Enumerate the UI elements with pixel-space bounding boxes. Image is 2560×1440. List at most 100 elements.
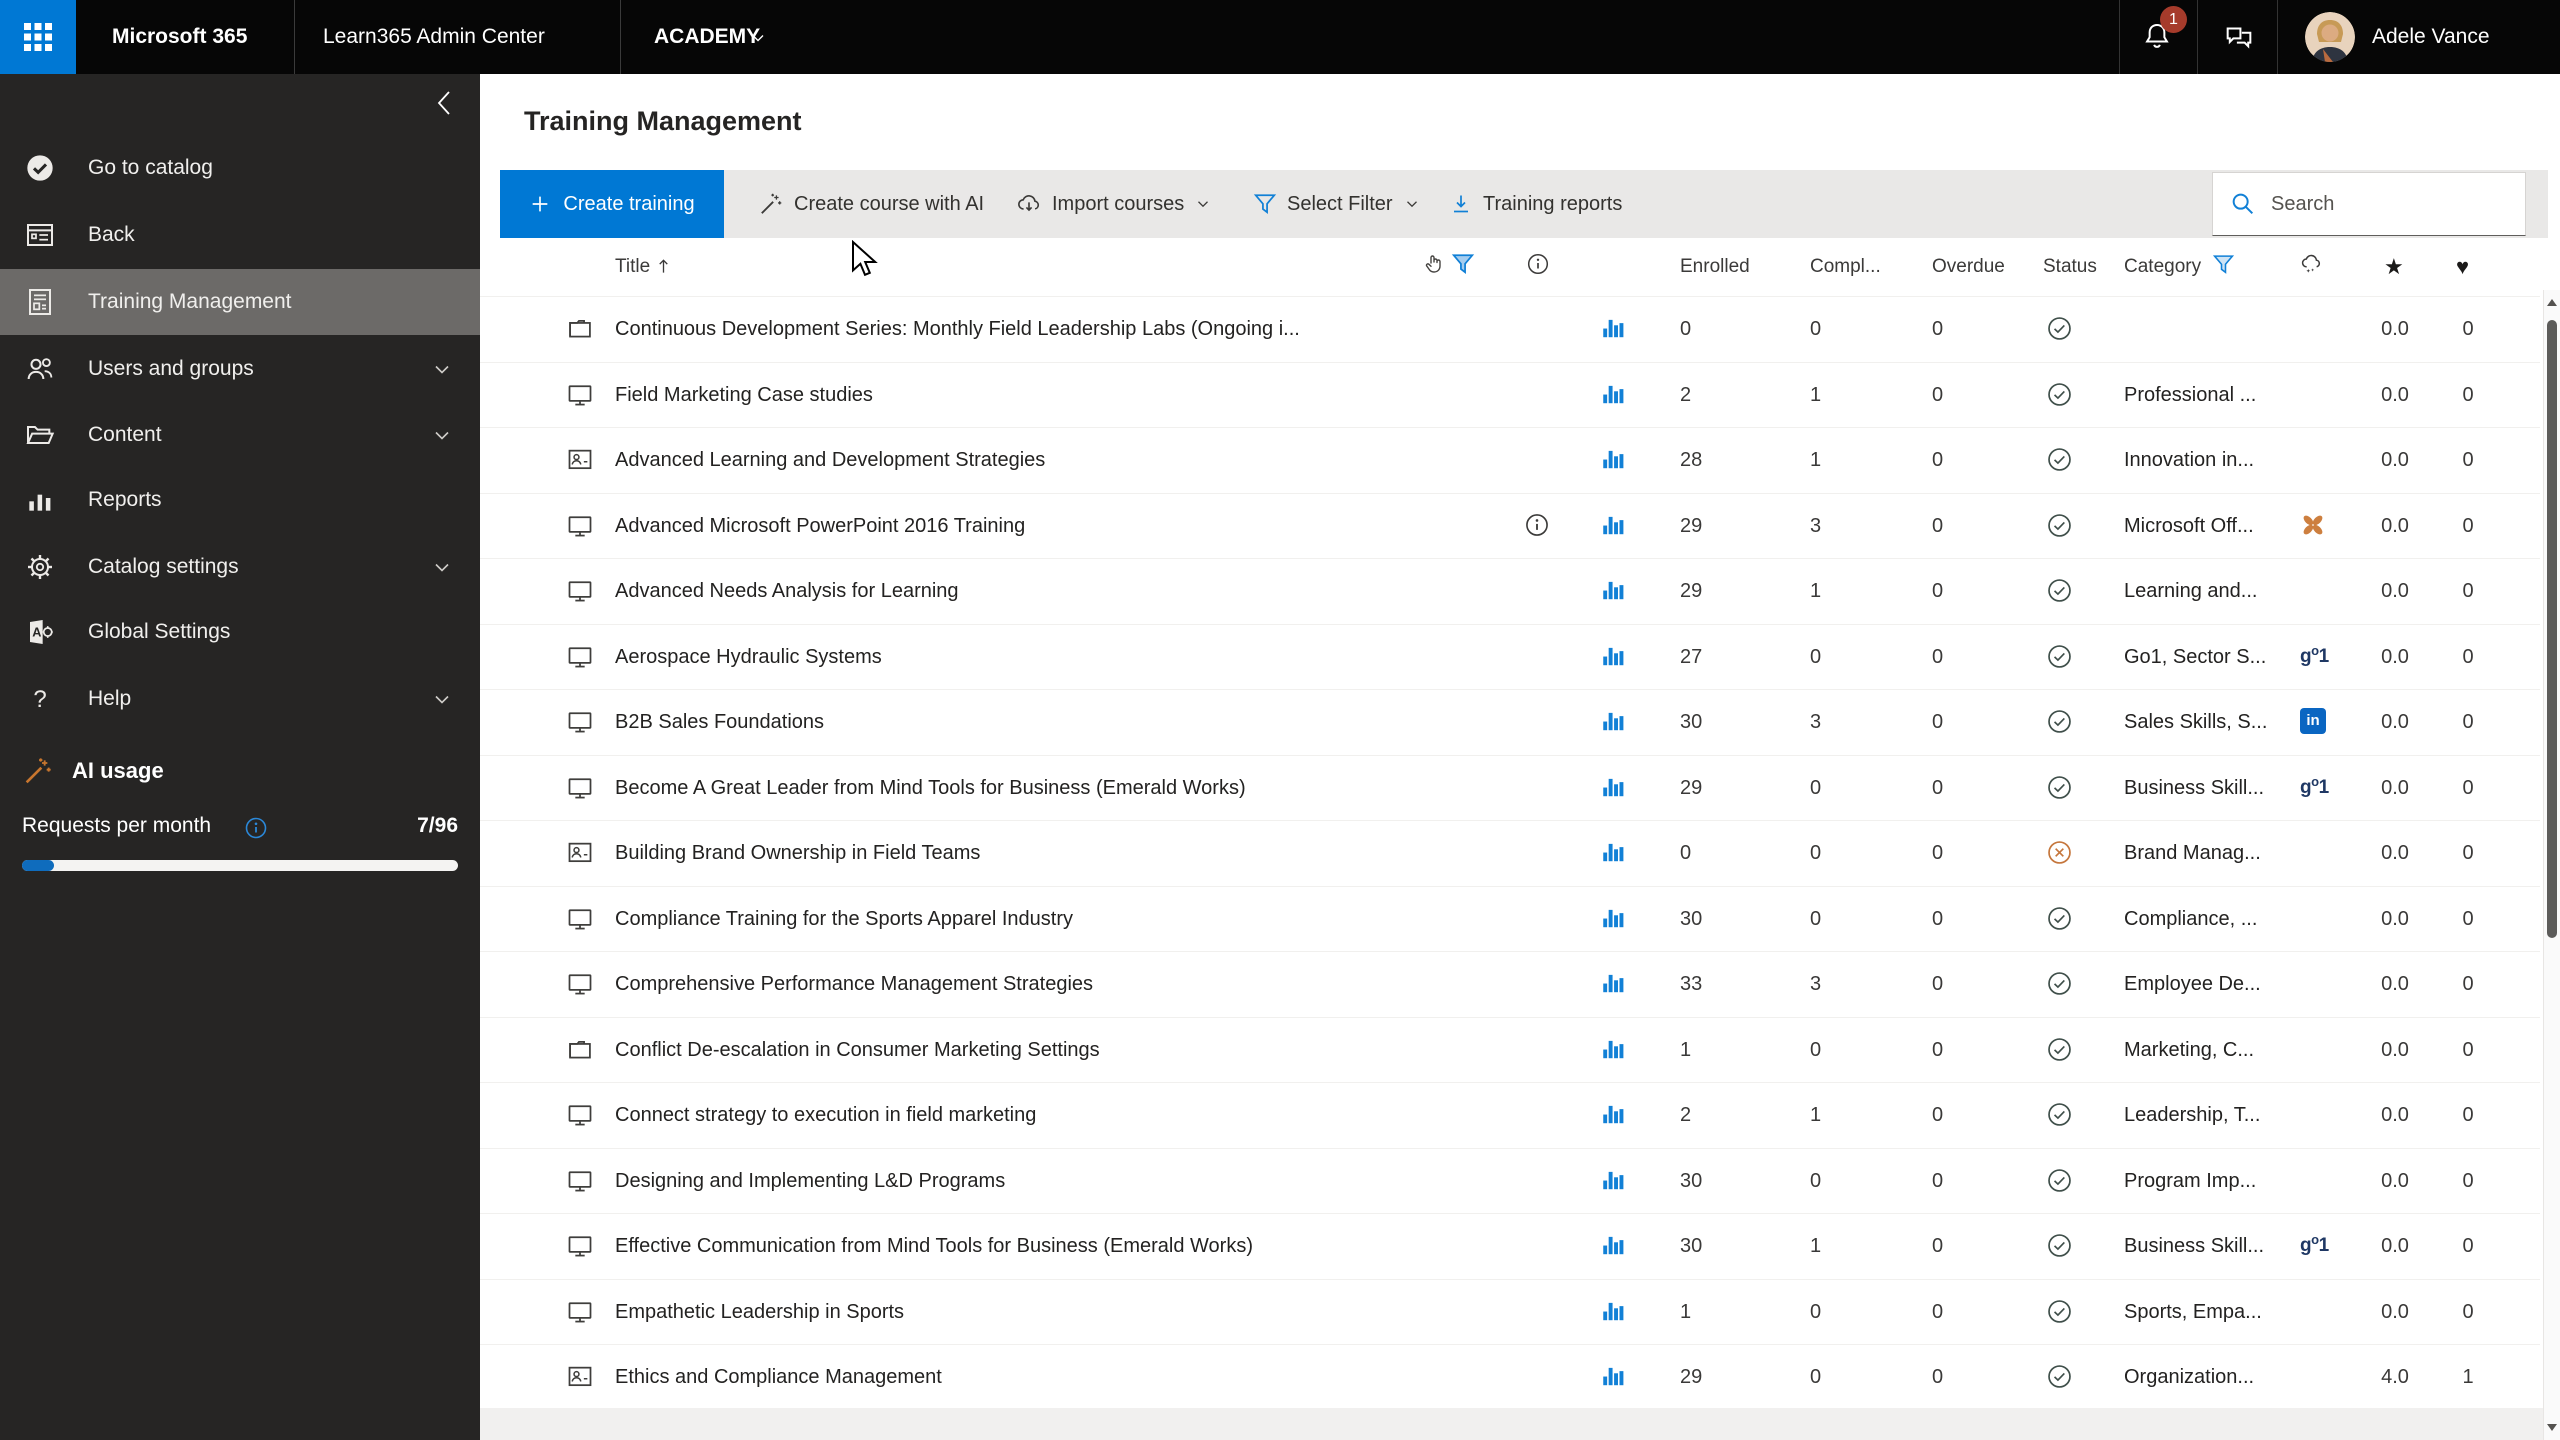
table-row[interactable]: Connect strategy to execution in field m… xyxy=(480,1083,2540,1149)
analytics-chart-icon[interactable] xyxy=(1600,1036,1628,1064)
chevron-down-icon[interactable] xyxy=(430,555,454,579)
table-row[interactable]: Advanced Needs Analysis for Learning 29 1 0… xyxy=(480,559,2540,625)
feedback-button[interactable] xyxy=(2222,20,2256,59)
analytics-chart-icon[interactable] xyxy=(1600,512,1628,540)
training-title[interactable]: Continuous Development Series: Monthly F… xyxy=(615,297,1300,362)
analytics-chart-icon[interactable] xyxy=(1600,708,1628,736)
chevron-down-icon[interactable] xyxy=(430,423,454,447)
sidebar-item-training-management[interactable]: Training Management xyxy=(0,269,480,335)
sidebar-item-go-to-catalog[interactable]: Go to catalog xyxy=(0,135,480,201)
column-header-status[interactable]: Status xyxy=(2043,238,2097,296)
chevron-down-icon[interactable] xyxy=(430,357,454,381)
sidebar-item-reports[interactable]: Reports xyxy=(0,467,480,533)
column-header-rating[interactable]: ★ xyxy=(2384,238,2404,296)
column-header-type-filter[interactable] xyxy=(1422,238,1475,296)
avatar[interactable] xyxy=(2305,12,2355,62)
analytics-chart-icon[interactable] xyxy=(1600,1167,1628,1195)
table-row[interactable]: Conflict De-escalation in Consumer Marke… xyxy=(480,1018,2540,1083)
info-icon[interactable] xyxy=(244,816,268,840)
chevron-down-icon[interactable] xyxy=(430,687,454,711)
table-row[interactable]: Field Marketing Case studies 2 1 0 Professio… xyxy=(480,363,2540,428)
analytics-chart-icon[interactable] xyxy=(1600,839,1628,867)
training-title[interactable]: Effective Communication from Mind Tools … xyxy=(615,1214,1253,1279)
training-title[interactable]: Building Brand Ownership in Field Teams xyxy=(615,821,980,886)
collapse-sidebar-button[interactable] xyxy=(430,88,458,118)
chevron-down-icon[interactable] xyxy=(748,28,768,53)
analytics-chart-icon[interactable] xyxy=(1600,446,1628,474)
analytics-chart-icon[interactable] xyxy=(1600,577,1628,605)
training-title[interactable]: Designing and Implementing L&D Programs xyxy=(615,1149,1005,1214)
training-title[interactable]: B2B Sales Foundations xyxy=(615,690,824,755)
analytics-chart-icon[interactable] xyxy=(1600,1363,1628,1391)
training-title[interactable]: Advanced Learning and Development Strate… xyxy=(615,428,1045,493)
training-title[interactable]: Advanced Microsoft PowerPoint 2016 Train… xyxy=(615,494,1025,559)
table-row[interactable]: Become A Great Leader from Mind Tools fo… xyxy=(480,756,2540,821)
column-header-title[interactable]: Title xyxy=(615,238,672,296)
table-row[interactable]: Advanced Learning and Development Strate… xyxy=(480,428,2540,494)
training-title[interactable]: Aerospace Hydraulic Systems xyxy=(615,625,882,690)
table-row[interactable]: Aerospace Hydraulic Systems 27 0 0 Go1, Sect… xyxy=(480,625,2540,690)
user-name[interactable]: Adele Vance xyxy=(2372,0,2490,74)
analytics-chart-icon[interactable] xyxy=(1600,643,1628,671)
analytics-chart-icon[interactable] xyxy=(1600,970,1628,998)
sidebar-item-help[interactable]: ? Help xyxy=(0,666,480,732)
training-title[interactable]: Conflict De-escalation in Consumer Marke… xyxy=(615,1018,1100,1083)
table-row[interactable]: Advanced Microsoft PowerPoint 2016 Train… xyxy=(480,494,2540,559)
column-header-enrolled[interactable]: Enrolled xyxy=(1680,238,1750,296)
likes-count: 0 xyxy=(2462,514,2474,537)
training-title[interactable]: Comprehensive Performance Management Str… xyxy=(615,952,1093,1017)
training-title[interactable]: Become A Great Leader from Mind Tools fo… xyxy=(615,756,1246,821)
training-title[interactable]: Ethics and Compliance Management xyxy=(615,1345,942,1409)
column-header-provider[interactable] xyxy=(2298,238,2324,296)
table-row[interactable]: Continuous Development Series: Monthly F… xyxy=(480,297,2540,363)
brand-title[interactable]: Microsoft 365 xyxy=(112,0,247,74)
analytics-chart-icon[interactable] xyxy=(1600,1101,1628,1129)
sidebar-item-back[interactable]: Back xyxy=(0,202,480,268)
column-header-category[interactable]: Category xyxy=(2124,238,2235,296)
create-course-with-ai-button[interactable]: Create course with AI xyxy=(758,170,984,238)
training-title[interactable]: Compliance Training for the Sports Appar… xyxy=(615,887,1073,952)
import-courses-button[interactable]: Import courses xyxy=(1016,170,1212,238)
scroll-up-arrow[interactable] xyxy=(2547,299,2557,306)
scrollbar-thumb[interactable] xyxy=(2547,320,2557,938)
tenant-selector[interactable]: ACADEMY xyxy=(654,0,760,74)
training-title[interactable]: Advanced Needs Analysis for Learning xyxy=(615,559,959,624)
table-row[interactable]: Effective Communication from Mind Tools … xyxy=(480,1214,2540,1280)
analytics-chart-icon[interactable] xyxy=(1600,1298,1628,1326)
create-training-button[interactable]: Create training xyxy=(500,170,724,238)
column-header-overdue[interactable]: Overdue xyxy=(1932,238,2005,296)
table-row[interactable]: Empathetic Leadership in Sports 1 0 0 Sports… xyxy=(480,1280,2540,1345)
sidebar-item-catalog-settings[interactable]: Catalog settings xyxy=(0,534,480,600)
info-icon[interactable] xyxy=(1524,512,1552,540)
app-launcher-button[interactable] xyxy=(0,0,76,74)
app-title[interactable]: Learn365 Admin Center xyxy=(323,0,545,74)
analytics-chart-icon[interactable] xyxy=(1600,774,1628,802)
sidebar-item-global-settings[interactable]: A Global Settings xyxy=(0,599,480,665)
table-row[interactable]: B2B Sales Foundations 30 3 0 Sales Skills, S… xyxy=(480,690,2540,756)
analytics-chart-icon[interactable] xyxy=(1600,315,1628,343)
table-row[interactable]: Building Brand Ownership in Field Teams 0… xyxy=(480,821,2540,887)
column-header-info[interactable] xyxy=(1526,238,1550,296)
sidebar-item-ai-usage[interactable]: AI usage xyxy=(0,741,480,801)
select-filter-button[interactable]: Select Filter xyxy=(1253,170,1421,238)
training-reports-button[interactable]: Training reports xyxy=(1449,170,1622,238)
analytics-chart-icon[interactable] xyxy=(1600,381,1628,409)
analytics-chart-icon[interactable] xyxy=(1600,1232,1628,1260)
training-title[interactable]: Field Marketing Case studies xyxy=(615,363,873,428)
training-title[interactable]: Connect strategy to execution in field m… xyxy=(615,1083,1036,1148)
search-input[interactable] xyxy=(2269,173,2513,235)
table-row[interactable]: Compliance Training for the Sports Appar… xyxy=(480,887,2540,952)
column-header-completed[interactable]: Compl... xyxy=(1810,238,1881,296)
table-row[interactable]: Ethics and Compliance Management 29 0 0 Orga… xyxy=(480,1345,2540,1409)
table-row[interactable]: Comprehensive Performance Management Str… xyxy=(480,952,2540,1018)
table-row[interactable]: Designing and Implementing L&D Programs 3… xyxy=(480,1149,2540,1214)
scroll-down-arrow[interactable] xyxy=(2547,1424,2557,1431)
vertical-scrollbar[interactable] xyxy=(2543,290,2560,1440)
analytics-chart-icon[interactable] xyxy=(1600,905,1628,933)
sidebar-item-users-and-groups[interactable]: Users and groups xyxy=(0,336,480,402)
training-plan-icon xyxy=(566,1036,594,1064)
column-header-likes[interactable]: ♥ xyxy=(2456,238,2469,296)
horizontal-scrollbar[interactable] xyxy=(480,1408,2543,1440)
training-title[interactable]: Empathetic Leadership in Sports xyxy=(615,1280,904,1345)
sidebar-item-content[interactable]: Content xyxy=(0,402,480,468)
